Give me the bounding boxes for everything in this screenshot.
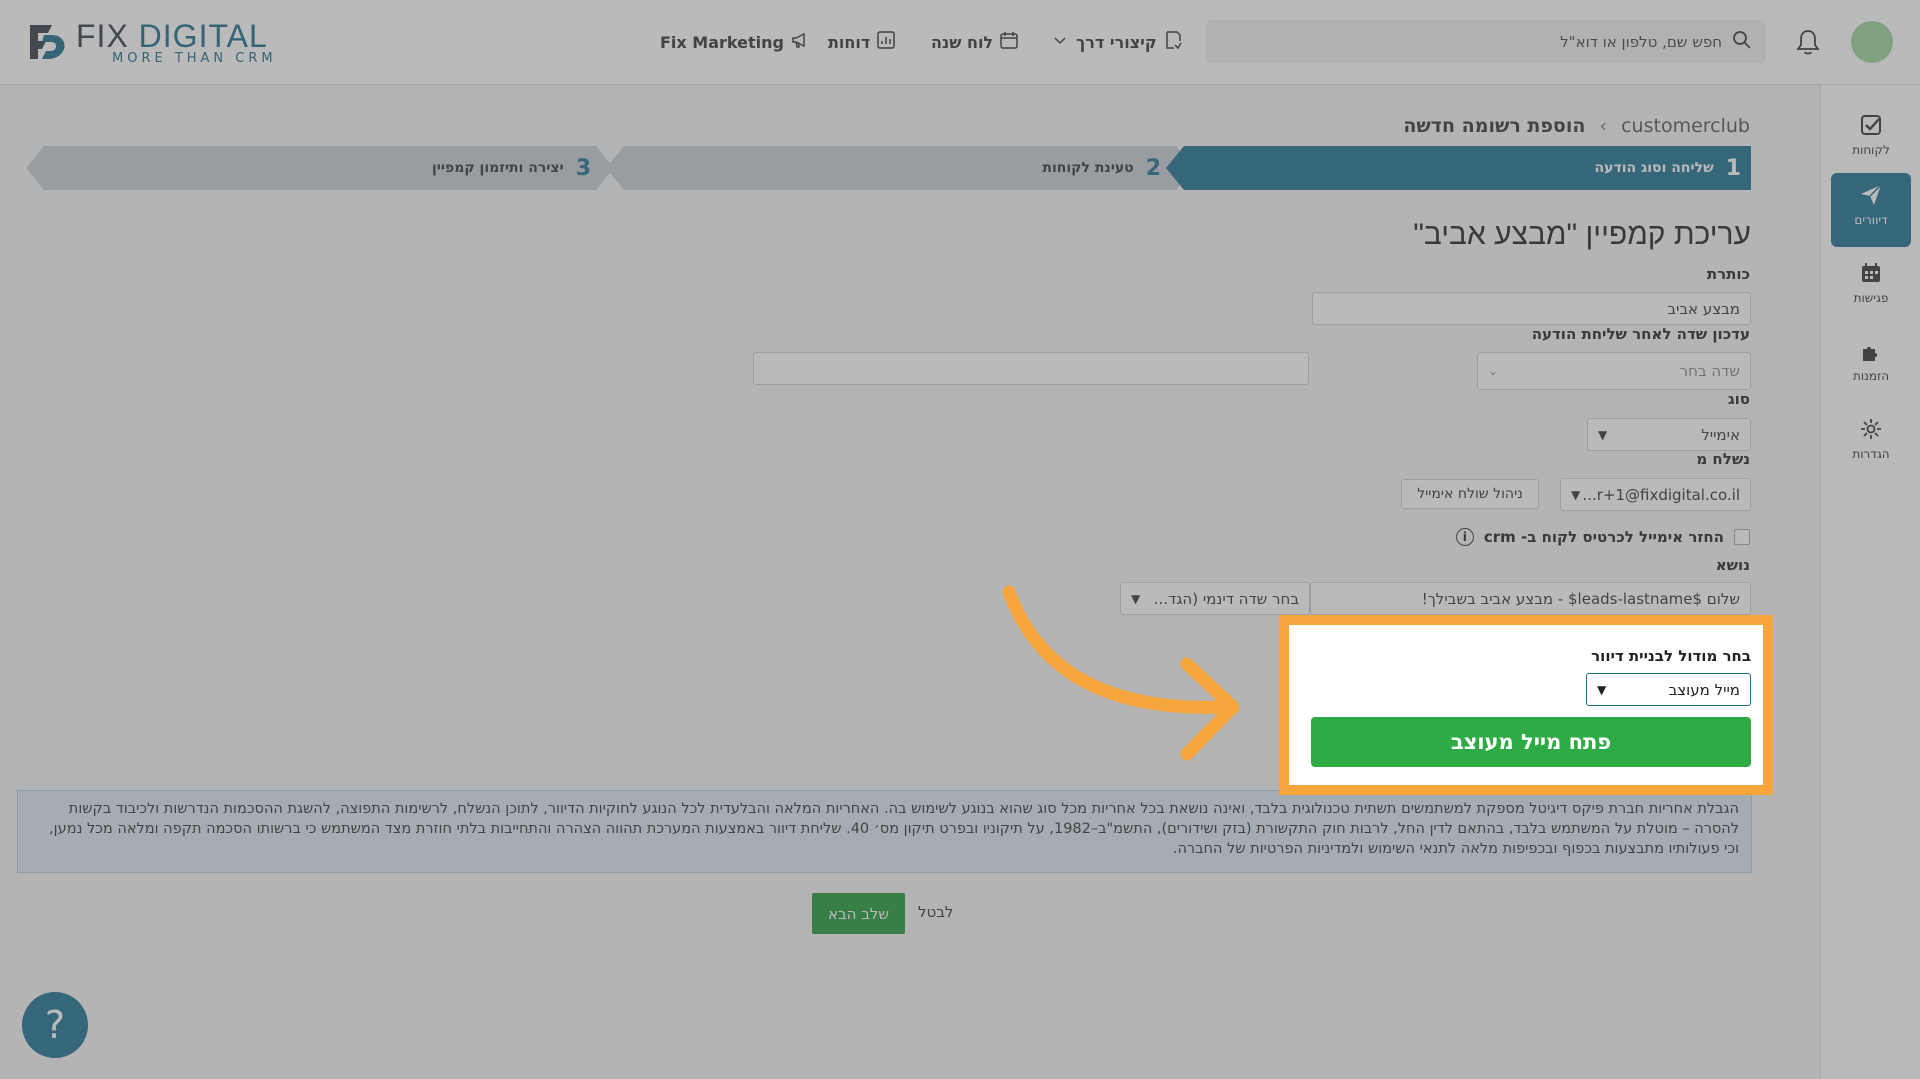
module-highlight-panel: בחר מודול לבניית דיוור מייל מעוצב ▼ פתח … [1279, 615, 1773, 795]
annotation-arrow-icon [1002, 585, 1240, 761]
module-label: בחר מודול לבניית דיוור [1591, 647, 1751, 665]
dim-overlay [0, 0, 1920, 1079]
caret-down-icon: ▼ [1597, 682, 1607, 697]
open-designed-email-button[interactable]: פתח מייל מעוצב [1311, 717, 1751, 767]
module-select[interactable]: מייל מעוצב ▼ [1586, 673, 1751, 706]
module-select-value: מייל מעוצב [1668, 680, 1740, 699]
